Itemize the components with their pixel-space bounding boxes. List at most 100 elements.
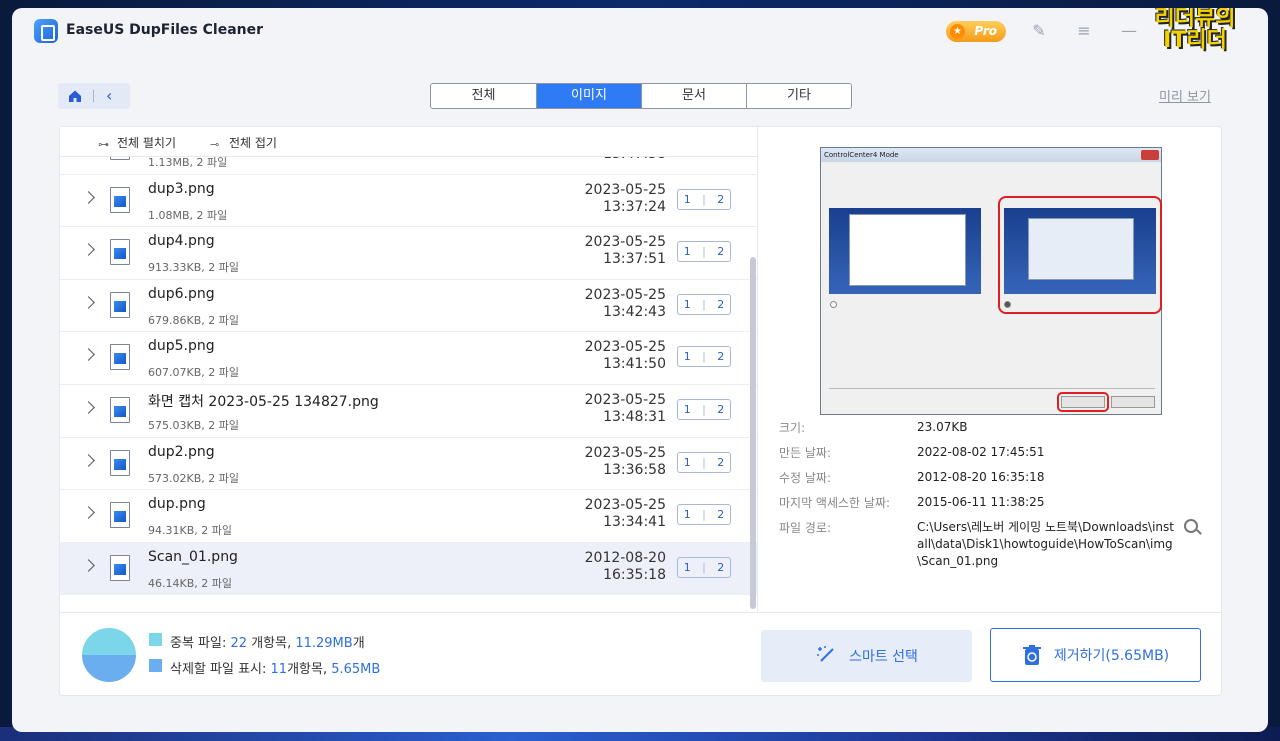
file-name: dup3.png <box>148 180 215 197</box>
preview-pane: ControlCenter4 Mode 크기: 23.07KB 만든 날짜: 2… <box>759 127 1222 612</box>
file-count-badge[interactable]: 1|2 <box>677 293 731 315</box>
prop-size-value: 23.07KB <box>917 420 968 434</box>
remove-label: 제거하기(5.65MB) <box>1053 648 1170 664</box>
feedback-icon[interactable]: ✎ <box>1030 22 1048 40</box>
expand-all-button[interactable]: ⊶ 전체 펼치기 <box>98 134 176 151</box>
expand-chevron-icon[interactable] <box>82 243 95 257</box>
file-date: 2023-05-25 13:48:31 <box>584 391 666 425</box>
table-row[interactable]: dup.png 94.31KB, 2 파일 2023-05-25 13:34:41 1 |… <box>60 490 757 543</box>
image-file-icon <box>110 291 130 318</box>
prop-accessed-value: 2015-06-11 11:38:25 <box>917 495 1045 509</box>
expand-chevron-icon[interactable] <box>82 190 95 204</box>
file-meta: 607.07KB, 2 파일 <box>148 366 239 380</box>
magic-wand-icon <box>817 646 834 662</box>
preview-highlight-button <box>1057 392 1109 412</box>
home-icon[interactable] <box>68 89 82 103</box>
pro-label: Pro <box>974 24 997 38</box>
image-file-icon <box>110 186 130 213</box>
image-file-icon <box>110 502 130 529</box>
legend-delete-swatch <box>149 659 162 672</box>
file-list: 화면 캡처 2023-05-25 134758.png1.13MB, 2 파일2… <box>60 127 757 596</box>
file-count-badge[interactable]: 1|2 <box>677 451 731 473</box>
table-row[interactable]: dup3.png 1.08MB, 2 파일 2023-05-25 13:37:24 1 |… <box>60 175 757 228</box>
smart-select-button[interactable]: 스마트 선택 <box>761 630 972 682</box>
image-file-icon <box>110 239 130 266</box>
file-name: Scan_01.png <box>148 548 238 565</box>
app-logo-icon <box>34 19 58 43</box>
tab-other[interactable]: 기타 <box>746 84 851 108</box>
file-count-badge[interactable]: 1|2 <box>677 556 731 578</box>
tab-images[interactable]: 이미지 <box>536 84 641 108</box>
preview-radio-a <box>830 301 837 308</box>
file-count-badge[interactable]: 1|2 <box>677 398 731 420</box>
smart-select-label: 스마트 선택 <box>849 649 918 665</box>
collapse-all-button[interactable]: ⊸ 전체 접기 <box>210 134 277 151</box>
table-row[interactable]: dup2.png 573.02KB, 2 파일 2023-05-25 13:36:58… <box>60 438 757 491</box>
tab-all[interactable]: 전체 <box>431 84 536 108</box>
file-meta: 679.86KB, 2 파일 <box>148 313 239 327</box>
preview-image: ControlCenter4 Mode <box>820 147 1162 415</box>
expand-chevron-icon[interactable] <box>82 401 95 414</box>
file-count-badge[interactable]: 1|2 <box>677 188 731 210</box>
file-name: 화면 캡처 2023-05-25 134827.png <box>148 393 379 410</box>
minimize-icon[interactable]: — <box>1120 22 1138 40</box>
expand-chevron-icon[interactable] <box>82 506 95 520</box>
table-row[interactable]: dup6.png 679.86KB, 2 파일 2023-05-25 13:42:43… <box>60 280 757 333</box>
expand-chevron-icon[interactable] <box>82 348 95 362</box>
category-tabs: 전체 이미지 문서 기타 <box>430 83 852 109</box>
search-icon[interactable] <box>1184 519 1198 533</box>
file-date: 2023-05-25 13:36:58 <box>584 444 666 478</box>
pro-badge[interactable]: ★ Pro <box>946 21 1006 42</box>
file-date: 2023-05-25 13:41:50 <box>584 339 666 373</box>
file-date: 2023-05-25 13:34:41 <box>584 497 666 531</box>
app-title: EaseUS DupFiles Cleaner <box>66 22 264 38</box>
recycle-bin-icon <box>1022 645 1041 665</box>
legend-dup-text: 중복 파일: 22 개항목, 11.29MB개 <box>170 636 365 651</box>
preview-close-icon <box>1141 150 1159 160</box>
tab-documents[interactable]: 문서 <box>641 84 746 108</box>
nav-controls: ‹ <box>58 83 130 109</box>
preview-link[interactable]: 미리 보기 <box>1159 86 1211 105</box>
prop-size-label: 크기: <box>779 421 806 435</box>
file-meta: 1.08MB, 2 파일 <box>148 208 228 222</box>
pie-chart <box>82 628 136 682</box>
expand-chevron-icon[interactable] <box>82 558 95 572</box>
prop-modified-value: 2012-08-20 16:35:18 <box>917 470 1045 484</box>
expand-chevron-icon[interactable] <box>82 295 95 309</box>
file-count-badge[interactable]: 1|2 <box>677 241 731 263</box>
file-date: 2023-05-25 13:37:24 <box>584 181 666 215</box>
watermark-logo: 리더뷰의 IT리더 <box>1154 8 1236 53</box>
menu-icon[interactable]: ≡ <box>1075 22 1093 40</box>
prop-created-value: 2022-08-02 17:45:51 <box>917 445 1045 459</box>
back-icon[interactable]: ‹ <box>106 86 112 105</box>
file-count-badge[interactable]: 1|2 <box>677 504 731 526</box>
nav-divider <box>93 90 94 102</box>
legend-dup-swatch <box>149 633 162 646</box>
scrollbar-thumb[interactable] <box>750 257 756 609</box>
file-date: 2012-08-20 16:35:18 <box>584 549 666 583</box>
table-row[interactable]: dup5.png 607.07KB, 2 파일 2023-05-25 13:41:50… <box>60 332 757 385</box>
file-name: dup6.png <box>148 285 215 302</box>
file-count-badge[interactable]: 1|2 <box>677 346 731 368</box>
remove-button[interactable]: 제거하기(5.65MB) <box>990 628 1201 682</box>
prop-accessed-label: 마지막 액세스한 날짜: <box>779 496 891 510</box>
table-row[interactable]: Scan_01.png 46.14KB, 2 파일 2012-08-20 16:35:… <box>60 542 757 596</box>
preview-window-title: ControlCenter4 Mode <box>821 148 1161 162</box>
file-name: dup2.png <box>148 443 215 460</box>
table-row[interactable]: 화면 캡처 2023-05-25 134827.png 575.03KB, 2 파… <box>60 385 757 438</box>
file-date: 2023-05-25 13:37:51 <box>584 234 666 268</box>
preview-highlight <box>998 196 1162 314</box>
summary-footer: 중복 파일: 22 개항목, 11.29MB개 삭제할 파일 표시: 11개항목… <box>60 612 1221 697</box>
table-row[interactable]: dup4.png 913.33KB, 2 파일 2023-05-25 13:37:51… <box>60 227 757 280</box>
expand-chevron-icon[interactable] <box>82 453 95 467</box>
image-file-icon <box>110 554 130 581</box>
collapse-icon: ⊸ <box>210 138 220 151</box>
image-file-icon <box>110 344 130 371</box>
file-name: dup5.png <box>148 338 215 355</box>
preview-option-a <box>829 208 981 294</box>
image-file-icon <box>110 396 130 423</box>
title-bar: EaseUS DupFiles Cleaner ★ Pro ✎ ≡ — 리더뷰의 … <box>12 8 1268 54</box>
file-meta: 575.03KB, 2 파일 <box>148 418 239 432</box>
app-window: EaseUS DupFiles Cleaner ★ Pro ✎ ≡ — 리더뷰의 … <box>12 8 1268 732</box>
star-icon: ★ <box>950 24 965 39</box>
